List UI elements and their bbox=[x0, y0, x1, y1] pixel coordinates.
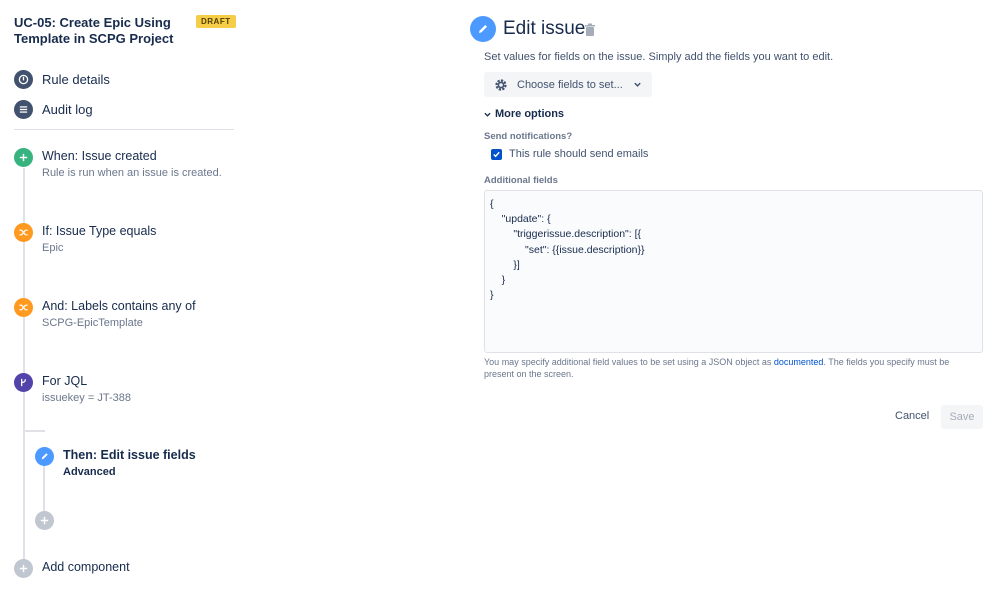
gear-icon bbox=[494, 78, 508, 92]
pencil-icon bbox=[35, 447, 54, 466]
more-options-label: More options bbox=[495, 108, 565, 120]
step-subtitle: issuekey = JT-388 bbox=[42, 392, 131, 404]
branch-connector bbox=[23, 430, 45, 432]
nav-audit-log-label: Audit log bbox=[42, 101, 93, 117]
chevron-down-icon bbox=[633, 80, 642, 89]
plus-icon bbox=[14, 148, 33, 167]
plus-icon bbox=[14, 559, 33, 578]
nav-rule-details[interactable]: Rule details bbox=[14, 69, 110, 89]
info-icon bbox=[14, 69, 33, 89]
step-subtitle: SCPG-EpicTemplate bbox=[42, 317, 143, 329]
step-title: When: Issue created bbox=[42, 149, 157, 163]
step-title: And: Labels contains any of bbox=[42, 299, 196, 313]
pencil-icon bbox=[470, 16, 496, 42]
cancel-button[interactable]: Cancel bbox=[895, 410, 929, 422]
choose-fields-label: Choose fields to set... bbox=[517, 78, 623, 91]
step-title: For JQL bbox=[42, 374, 88, 388]
rule-sidebar: UC-05: Create Epic Using Template in SCP… bbox=[0, 0, 250, 590]
step-title: If: Issue Type equals bbox=[42, 224, 157, 238]
rule-title: UC-05: Create Epic Using Template in SCP… bbox=[14, 15, 174, 46]
help-text: You may specify additional field values … bbox=[484, 356, 964, 380]
shuffle-icon bbox=[14, 223, 33, 242]
status-badge: DRAFT bbox=[196, 15, 236, 28]
help-text-before: You may specify additional field values … bbox=[484, 357, 774, 367]
list-icon bbox=[14, 99, 33, 119]
step-subtitle: Advanced bbox=[63, 466, 116, 478]
send-emails-checkbox[interactable] bbox=[491, 148, 502, 160]
additional-fields-textarea[interactable]: { "update": { "triggerissue.description"… bbox=[484, 190, 983, 353]
add-component-label: Add component bbox=[42, 560, 130, 574]
documented-link[interactable]: documented bbox=[774, 357, 824, 367]
send-emails-option[interactable]: This rule should send emails bbox=[491, 148, 648, 160]
chevron-down-icon bbox=[484, 112, 491, 117]
nav-audit-log[interactable]: Audit log bbox=[14, 99, 93, 119]
send-notifications-label: Send notifications? bbox=[484, 131, 573, 142]
trash-icon[interactable] bbox=[584, 23, 596, 37]
branch-icon bbox=[14, 373, 33, 392]
step-subtitle: Epic bbox=[42, 242, 64, 254]
panel-description: Set values for fields on the issue. Simp… bbox=[484, 51, 834, 63]
step-subtitle: Rule is run when an issue is created. bbox=[42, 167, 222, 179]
more-options-toggle[interactable]: More options bbox=[484, 108, 564, 120]
send-emails-label: This rule should send emails bbox=[509, 148, 649, 160]
nav-rule-details-label: Rule details bbox=[42, 71, 110, 87]
divider bbox=[14, 129, 234, 130]
choose-fields-dropdown[interactable]: Choose fields to set... bbox=[484, 72, 652, 97]
shuffle-icon bbox=[14, 298, 33, 317]
save-button[interactable]: Save bbox=[941, 405, 983, 429]
additional-fields-label: Additional fields bbox=[484, 175, 558, 186]
edit-issue-panel: Edit issue Set values for fields on the … bbox=[470, 0, 990, 590]
plus-icon bbox=[35, 511, 54, 530]
step-title: Then: Edit issue fields bbox=[63, 448, 196, 462]
panel-title: Edit issue bbox=[503, 18, 586, 39]
